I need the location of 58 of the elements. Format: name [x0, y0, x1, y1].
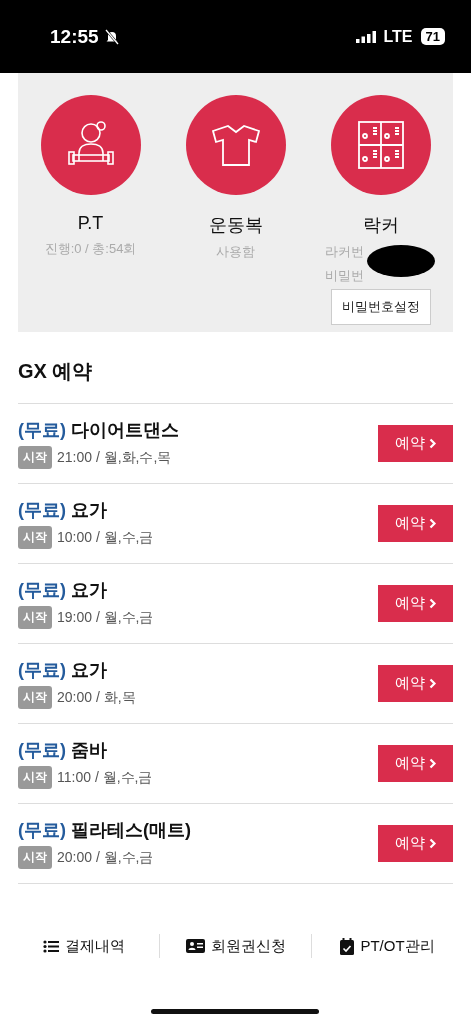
start-badge: 시작	[18, 446, 52, 469]
battery-indicator: 71	[420, 28, 445, 45]
class-schedule: 11:00 / 월,수,금	[57, 768, 153, 787]
start-badge: 시작	[18, 766, 52, 789]
id-card-icon	[185, 939, 205, 953]
service-title: 락커	[362, 214, 399, 237]
class-name: 줌바	[71, 739, 107, 762]
chevron-right-icon	[428, 518, 437, 529]
network-type: LTE	[383, 27, 413, 46]
class-name: 요가	[71, 499, 107, 522]
chevron-right-icon	[428, 598, 437, 609]
set-password-button[interactable]: 비밀번호설정	[330, 289, 431, 325]
calendar-check-icon	[340, 937, 355, 955]
service-title: 운동복	[208, 214, 263, 237]
class-schedule: 20:00 / 화,목	[57, 688, 136, 707]
shirt-icon	[210, 123, 261, 167]
class-schedule: 10:00 / 월,수,금	[57, 528, 154, 547]
class-name: 필라테스(매트)	[71, 819, 191, 842]
service-info: 사용함	[216, 243, 255, 261]
class-schedule: 19:00 / 월,수,금	[57, 608, 154, 627]
list-icon	[42, 939, 59, 953]
class-name: 요가	[71, 659, 107, 682]
class-name: 다이어트댄스	[71, 419, 179, 442]
reserve-button[interactable]: 예약	[378, 825, 453, 862]
locker-icon	[356, 120, 405, 170]
chevron-right-icon	[428, 438, 437, 449]
service-info: 비밀번	[325, 267, 364, 285]
free-tag: (무료)	[18, 738, 66, 762]
signal-icon	[355, 30, 376, 43]
chevron-right-icon	[428, 838, 437, 849]
reserve-button[interactable]: 예약	[378, 745, 453, 782]
reserve-button[interactable]: 예약	[378, 585, 453, 622]
reserve-button[interactable]: 예약	[378, 665, 453, 702]
reserve-button[interactable]: 예약	[378, 425, 453, 462]
service-info: 진행:0 / 총:54회	[44, 240, 137, 258]
start-badge: 시작	[18, 526, 52, 549]
reserve-button[interactable]: 예약	[378, 505, 453, 542]
class-schedule: 21:00 / 월,화,수,목	[57, 448, 172, 467]
bottom-nav-item[interactable]: PT/OT관리	[312, 935, 463, 957]
free-tag: (무료)	[18, 818, 66, 842]
service-info: 라커번	[325, 243, 364, 261]
bottom-nav-item[interactable]: 회원권신청	[160, 935, 311, 957]
chevron-right-icon	[428, 678, 437, 689]
free-tag: (무료)	[18, 418, 66, 442]
start-badge: 시작	[18, 686, 52, 709]
start-badge: 시작	[18, 606, 52, 629]
free-tag: (무료)	[18, 498, 66, 522]
bottom-nav-item[interactable]: 결제내역	[8, 935, 159, 957]
class-name: 요가	[71, 579, 107, 602]
bell-muted-icon	[104, 28, 119, 45]
section-title: GX 예약	[18, 359, 94, 384]
class-schedule: 20:00 / 월,수,금	[57, 848, 154, 867]
free-tag: (무료)	[18, 658, 66, 682]
chevron-right-icon	[428, 758, 437, 769]
service-title: P.T	[77, 213, 104, 234]
free-tag: (무료)	[18, 578, 66, 602]
start-badge: 시작	[18, 846, 52, 869]
status-time: 12:55	[50, 25, 99, 48]
